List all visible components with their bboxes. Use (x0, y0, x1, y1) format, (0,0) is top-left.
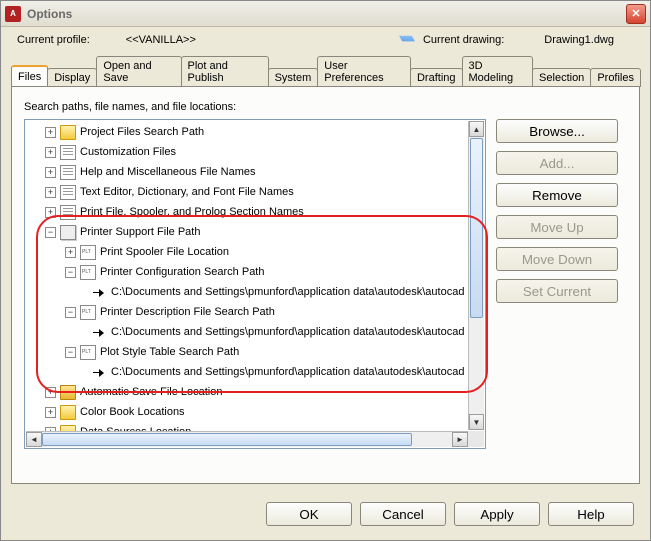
current-drawing-value: Drawing1.dwg (544, 34, 614, 46)
tab-user-prefs[interactable]: User Preferences (317, 56, 411, 87)
file-icon (80, 245, 96, 260)
add-button[interactable]: Add... (496, 151, 618, 175)
current-profile-value: <<VANILLA>> (126, 34, 196, 46)
tab-system[interactable]: System (268, 68, 319, 87)
tree-item[interactable]: + Automatic Save File Location (25, 382, 486, 402)
path-arrow-icon (91, 325, 107, 340)
remove-button[interactable]: Remove (496, 183, 618, 207)
tab-files[interactable]: Files (11, 65, 48, 86)
scroll-thumb[interactable] (42, 433, 412, 446)
tab-selection[interactable]: Selection (532, 68, 591, 87)
collapse-icon[interactable]: − (65, 307, 76, 318)
expand-icon[interactable]: + (45, 407, 56, 418)
tree-item[interactable]: − Printer Support File Path (25, 222, 486, 242)
files-tab-panel: Search paths, file names, and file locat… (11, 86, 640, 484)
tree-item[interactable]: + Help and Miscellaneous File Names (25, 162, 486, 182)
tab-drafting[interactable]: Drafting (410, 68, 463, 87)
folder-icon (60, 125, 76, 140)
tree-item[interactable]: C:\Documents and Settings\pmunford\appli… (25, 322, 486, 342)
drawing-icon (399, 33, 415, 47)
tab-3d-modeling[interactable]: 3D Modeling (462, 56, 534, 87)
tree-item[interactable]: C:\Documents and Settings\pmunford\appli… (25, 282, 486, 302)
tree-item[interactable]: + Color Book Locations (25, 402, 486, 422)
folder-open-icon (60, 385, 76, 400)
window-title: Options (27, 7, 72, 21)
tab-display[interactable]: Display (47, 68, 97, 87)
dialog-button-bar: OK Cancel Apply Help (1, 492, 650, 540)
file-icon (80, 265, 96, 280)
scroll-right-button[interactable]: ► (452, 432, 468, 447)
expand-icon[interactable]: + (45, 187, 56, 198)
tree-item[interactable]: − Printer Description File Search Path (25, 302, 486, 322)
file-icon (60, 205, 76, 220)
file-icon (60, 145, 76, 160)
file-icon (60, 185, 76, 200)
current-profile-label: Current profile: (17, 34, 90, 46)
folder-icon (60, 405, 76, 420)
tree-item[interactable]: + Print File, Spooler, and Prolog Sectio… (25, 202, 486, 222)
tab-open-save[interactable]: Open and Save (96, 56, 181, 87)
move-up-button[interactable]: Move Up (496, 215, 618, 239)
expand-icon[interactable]: + (65, 247, 76, 258)
horizontal-scrollbar[interactable]: ◄ ► (26, 431, 468, 447)
tab-profiles[interactable]: Profiles (590, 68, 641, 87)
scroll-up-button[interactable]: ▲ (469, 121, 484, 137)
move-down-button[interactable]: Move Down (496, 247, 618, 271)
collapse-icon[interactable]: − (65, 267, 76, 278)
scroll-down-button[interactable]: ▼ (469, 414, 484, 430)
folder-icon (60, 225, 76, 240)
options-dialog: A Options ✕ Current profile: <<VANILLA>>… (0, 0, 651, 541)
expand-icon[interactable]: + (45, 387, 56, 398)
ok-button[interactable]: OK (266, 502, 352, 526)
apply-button[interactable]: Apply (454, 502, 540, 526)
cancel-button[interactable]: Cancel (360, 502, 446, 526)
tree-item[interactable]: + Customization Files (25, 142, 486, 162)
path-arrow-icon (91, 285, 107, 300)
current-drawing-label: Current drawing: (423, 34, 504, 46)
expand-icon[interactable]: + (45, 167, 56, 178)
file-icon (80, 345, 96, 360)
tree-item[interactable]: C:\Documents and Settings\pmunford\appli… (25, 362, 486, 382)
panel-caption: Search paths, file names, and file locat… (24, 101, 627, 113)
titlebar: A Options ✕ (1, 1, 650, 27)
expand-icon[interactable]: + (45, 147, 56, 158)
file-icon (60, 165, 76, 180)
file-paths-tree[interactable]: + Project Files Search Path + Customizat… (24, 119, 486, 449)
tree-item[interactable]: − Plot Style Table Search Path (25, 342, 486, 362)
collapse-icon[interactable]: − (45, 227, 56, 238)
file-icon (80, 305, 96, 320)
browse-button[interactable]: Browse... (496, 119, 618, 143)
tab-plot-publish[interactable]: Plot and Publish (181, 56, 269, 87)
close-button[interactable]: ✕ (626, 4, 646, 24)
tree-item[interactable]: + Project Files Search Path (25, 122, 486, 142)
collapse-icon[interactable]: − (65, 347, 76, 358)
button-column: Browse... Add... Remove Move Up Move Dow… (496, 119, 618, 449)
scroll-thumb[interactable] (470, 138, 483, 318)
tree-item[interactable]: − Printer Configuration Search Path (25, 262, 486, 282)
scroll-left-button[interactable]: ◄ (26, 432, 42, 447)
path-arrow-icon (91, 365, 107, 380)
tree-item[interactable]: + Text Editor, Dictionary, and Font File… (25, 182, 486, 202)
tree-item[interactable]: + Print Spooler File Location (25, 242, 486, 262)
set-current-button[interactable]: Set Current (496, 279, 618, 303)
vertical-scrollbar[interactable]: ▲ ▼ (468, 121, 484, 430)
help-button[interactable]: Help (548, 502, 634, 526)
expand-icon[interactable]: + (45, 127, 56, 138)
tab-strip: Files Display Open and Save Plot and Pub… (1, 51, 650, 86)
expand-icon[interactable]: + (45, 207, 56, 218)
info-bar: Current profile: <<VANILLA>> Current dra… (1, 27, 650, 51)
app-icon: A (5, 6, 21, 22)
